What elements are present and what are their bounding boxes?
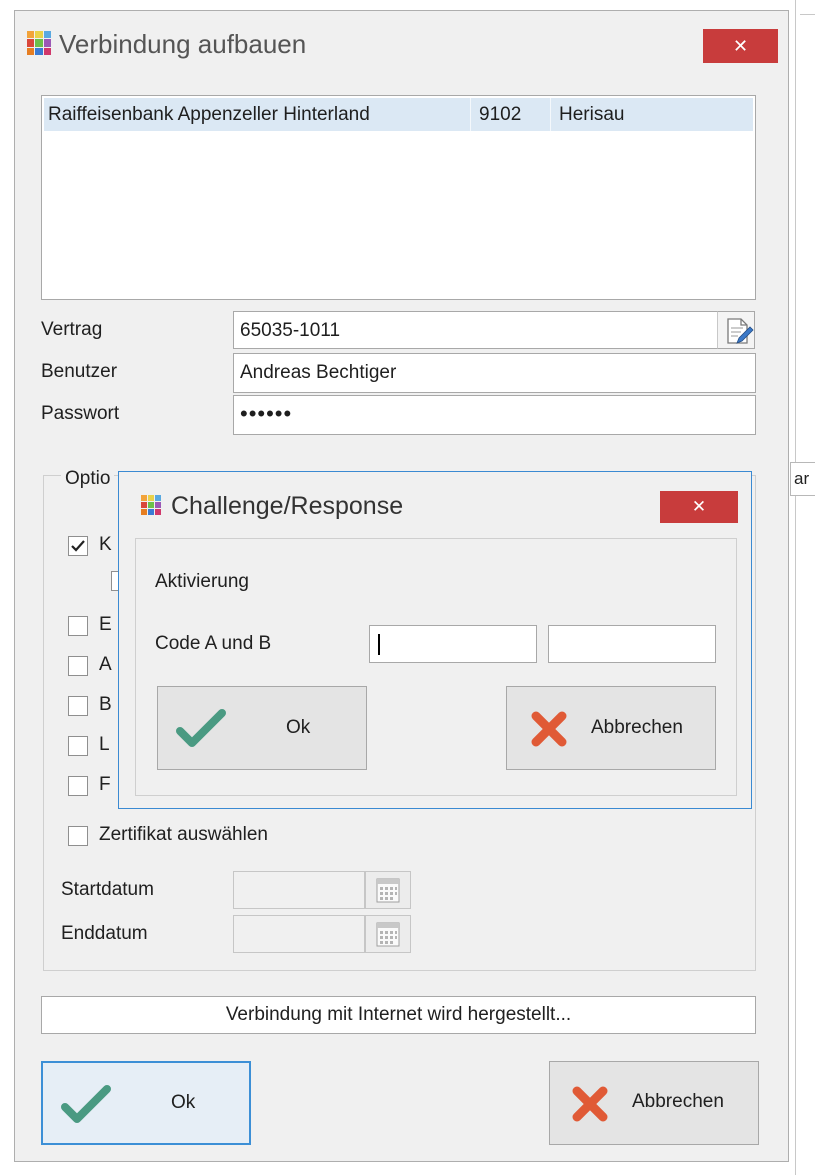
checkmark-icon — [61, 1085, 111, 1123]
dialog-title: Challenge/Response — [171, 492, 404, 520]
code-b-input[interactable] — [548, 625, 716, 663]
option-checkbox-5[interactable] — [68, 696, 88, 716]
bank-code-cell: 9102 — [470, 98, 550, 131]
challenge-response-dialog: Challenge/Response ✕ Aktivierung Code A … — [118, 471, 752, 809]
activation-label: Aktivierung — [155, 571, 249, 592]
cancel-button[interactable]: Abbrechen — [549, 1061, 759, 1145]
app-grid-icon — [141, 495, 161, 515]
dialog-cancel-label: Abbrechen — [591, 717, 683, 738]
option-label-7: F — [99, 774, 111, 795]
text-caret — [378, 634, 380, 655]
option-checkbox-certificate[interactable] — [68, 826, 88, 846]
window-close-button[interactable]: ✕ — [703, 29, 778, 63]
password-label: Passwort — [41, 403, 120, 424]
start-date-label: Startdatum — [61, 879, 154, 900]
dialog-ok-button[interactable]: Ok — [157, 686, 367, 770]
background-window-edge — [795, 0, 796, 1175]
option-label-3: E — [99, 614, 112, 635]
dialog-cancel-button[interactable]: Abbrechen — [506, 686, 716, 770]
contract-edit-button[interactable] — [717, 311, 755, 349]
contract-field[interactable]: 65035-1011 — [233, 311, 718, 349]
dialog-ok-label: Ok — [286, 717, 311, 738]
contract-label: Vertrag — [41, 319, 103, 340]
cancel-button-label: Abbrechen — [632, 1091, 724, 1112]
checkmark-icon — [176, 709, 226, 747]
edit-document-icon — [727, 318, 754, 344]
checkmark-icon — [71, 540, 85, 552]
cancel-x-icon — [531, 711, 567, 747]
option-checkbox-6[interactable] — [68, 736, 88, 756]
end-date-field — [233, 915, 365, 953]
code-label: Code A und B — [155, 633, 272, 654]
user-label: Benutzer — [41, 361, 118, 382]
cancel-x-icon — [572, 1086, 608, 1122]
status-bar: Verbindung mit Internet wird hergestellt… — [41, 996, 756, 1034]
title-bar: Verbindung aufbauen ✕ — [15, 11, 788, 81]
user-field[interactable]: Andreas Bechtiger — [233, 353, 756, 393]
window-title: Verbindung aufbauen — [59, 29, 307, 59]
bank-list-row[interactable]: Raiffeisenbank Appenzeller Hinterland 91… — [44, 98, 753, 131]
password-field[interactable]: •••••• — [233, 395, 756, 435]
close-icon: ✕ — [691, 497, 707, 516]
option-checkbox-1[interactable] — [68, 536, 88, 556]
options-group-title: Optio — [61, 468, 115, 490]
bank-place-cell: Herisau — [550, 98, 750, 131]
end-date-calendar-button — [365, 915, 411, 953]
ok-button-label: Ok — [171, 1092, 196, 1113]
calendar-icon — [376, 922, 400, 947]
option-label-5: B — [99, 694, 112, 715]
background-button-fragment: ar — [790, 462, 815, 496]
code-a-input[interactable] — [369, 625, 537, 663]
bank-list[interactable]: Raiffeisenbank Appenzeller Hinterland 91… — [41, 95, 756, 300]
close-icon: ✕ — [732, 35, 749, 56]
calendar-icon — [376, 878, 400, 903]
option-label-4: A — [99, 654, 112, 675]
start-date-field — [233, 871, 365, 909]
option-checkbox-7[interactable] — [68, 776, 88, 796]
end-date-label: Enddatum — [61, 923, 148, 944]
option-checkbox-4[interactable] — [68, 656, 88, 676]
option-checkbox-3[interactable] — [68, 616, 88, 636]
option-label-1: K — [99, 534, 112, 555]
option-label-6: L — [99, 734, 110, 755]
dialog-close-button[interactable]: ✕ — [660, 491, 738, 523]
ok-button[interactable]: Ok — [41, 1061, 251, 1145]
app-grid-icon — [27, 31, 51, 55]
option-label-certificate: Zertifikat auswählen — [99, 824, 268, 845]
start-date-calendar-button — [365, 871, 411, 909]
bank-name-cell: Raiffeisenbank Appenzeller Hinterland — [48, 104, 370, 125]
background-window-top — [800, 14, 815, 15]
